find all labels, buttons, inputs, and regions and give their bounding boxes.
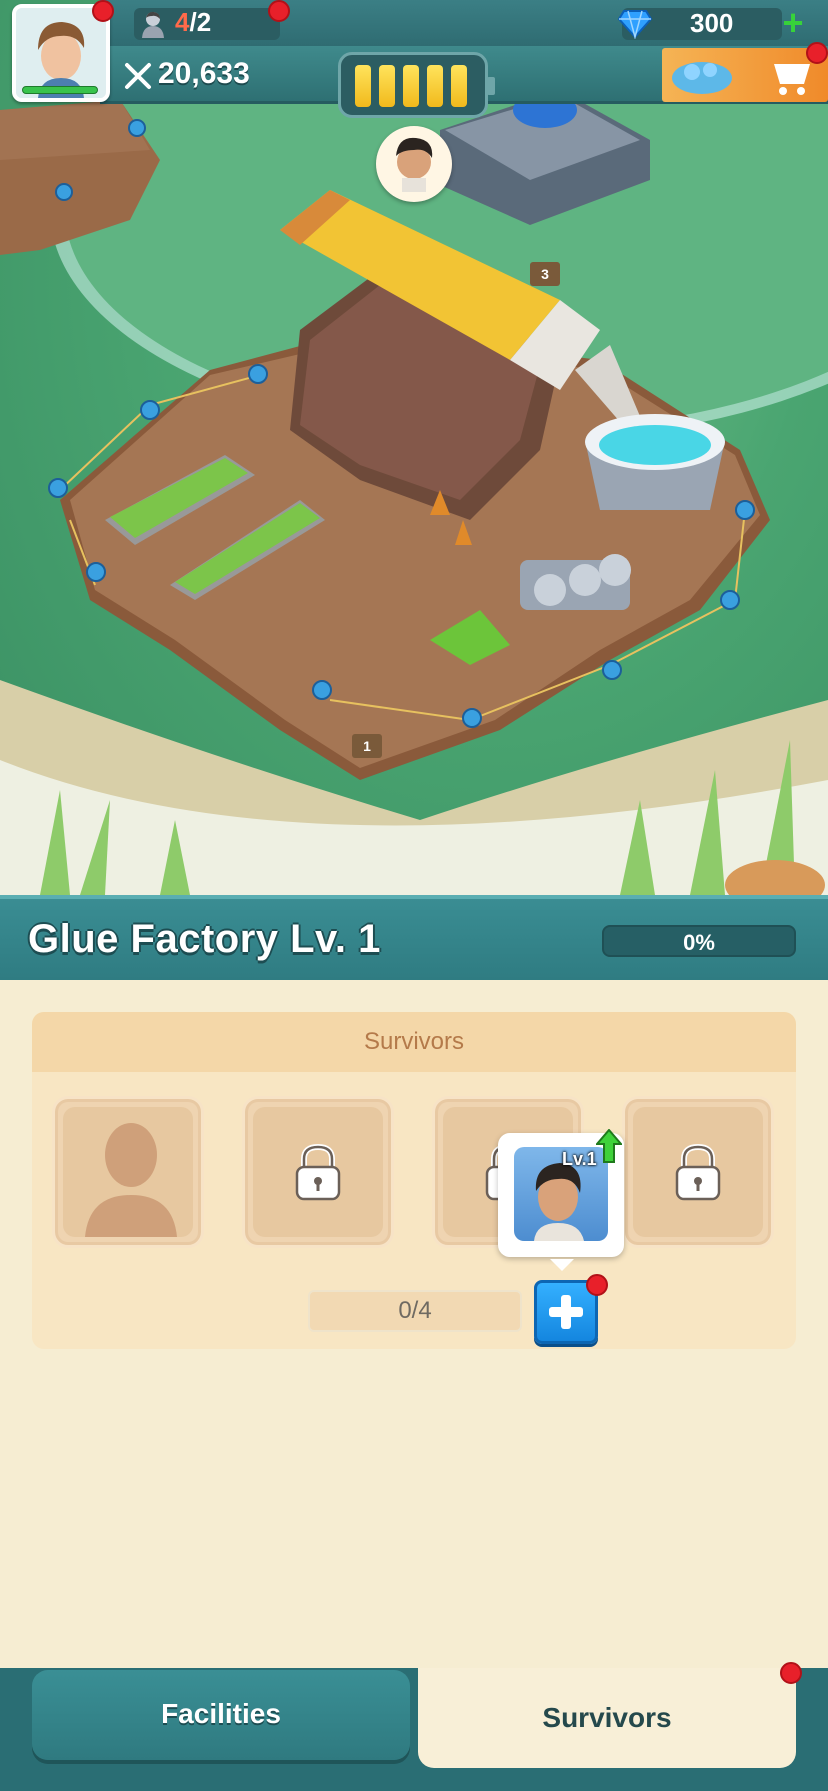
battery-cell [451,65,467,107]
facility-title-bar: Glue Factory Lv. 1 0% [0,895,828,980]
facility-progress-bar: 0% [602,925,796,957]
battery-cell [379,65,395,107]
progress-label: 0% [683,930,715,955]
gem-value: 300 [690,8,734,38]
combat-power-value: 20,633 [158,57,250,90]
notification-dot [586,1274,608,1296]
battery-cell [427,65,443,107]
lock-icon [675,1143,721,1201]
notification-dot [92,0,114,22]
battery-cell [355,65,371,107]
survivor-suggestion-popup[interactable]: Lv.1 [498,1129,624,1271]
diamond-icon [618,10,652,39]
energy-battery[interactable] [338,52,495,118]
tab-survivors-label: Survivors [542,1702,672,1733]
tab-facilities[interactable]: Facilities [32,1670,410,1760]
crossed-swords-icon [125,63,151,89]
game-scene[interactable]: 3 1 [0,0,828,895]
notification-dot [780,1662,802,1684]
level-up-arrow-icon [596,1129,622,1163]
shop-cart-icon [672,62,810,95]
population-value: 4/2 [175,7,212,37]
plus-icon[interactable]: + [778,5,808,41]
building-level-marker[interactable]: 3 [530,262,560,286]
survivor-slot-locked [622,1096,774,1248]
avatar-portrait [16,8,106,98]
building-level-label: 3 [541,266,549,282]
tab-facilities-label: Facilities [161,1698,281,1729]
survivor-slot-empty[interactable] [52,1096,204,1248]
survivor-level: Lv.1 [562,1149,597,1169]
survivors-card: Survivors 0/4 [32,1012,796,1349]
shop-button[interactable] [662,48,828,102]
notification-dot [806,42,828,64]
notification-dot [268,0,290,22]
tab-survivors[interactable]: Survivors [418,1668,796,1768]
battery-icon [487,77,495,95]
worker-portrait-bubble[interactable] [376,126,452,202]
lock-icon [295,1143,341,1201]
survivor-icon [142,11,164,38]
building-level-marker[interactable]: 1 [352,734,382,758]
survivors-card-header: Survivors [32,1012,796,1072]
person-silhouette-icon [85,1123,177,1237]
top-hud: 4/2 20,633 300 + [0,0,828,118]
battery-cell [403,65,419,107]
survivors-card-title: Survivors [363,1028,465,1055]
player-health-bar [22,86,98,94]
survivor-count: 0/4 [308,1290,522,1332]
survivor-face-icon [396,137,433,192]
facility-title: Glue Factory Lv. 1 [28,917,381,961]
survivor-slot-locked [242,1096,394,1248]
slot-background [63,1107,193,1237]
building-level-label: 1 [363,738,371,754]
